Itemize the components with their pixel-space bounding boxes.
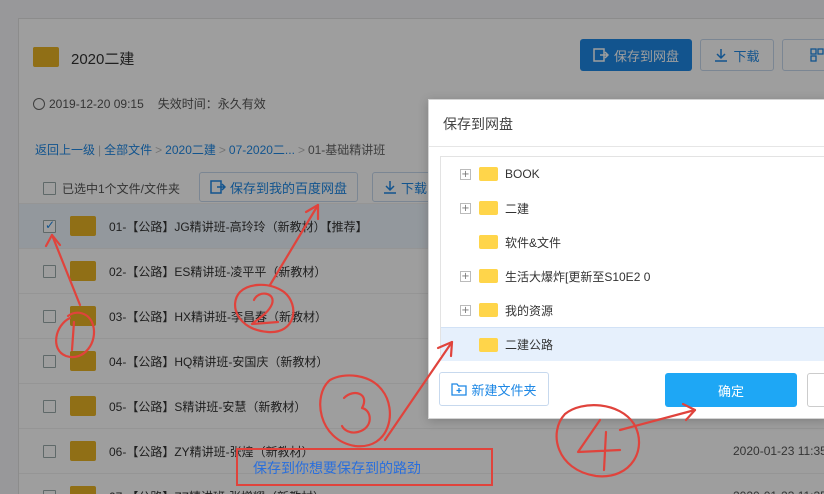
circle-4 <box>555 404 640 478</box>
arrow-3 <box>383 340 454 442</box>
digit-4 <box>576 418 622 472</box>
digit-2 <box>250 292 280 326</box>
digit-1 <box>70 320 76 352</box>
circle-1 <box>55 311 96 359</box>
arrow-1 <box>50 233 82 307</box>
digit-3 <box>340 391 371 434</box>
arrow-1-head <box>44 233 62 248</box>
handwriting-annotations <box>44 203 697 478</box>
circle-2 <box>234 283 295 334</box>
circle-3 <box>319 374 391 448</box>
arrow-2 <box>268 203 320 287</box>
